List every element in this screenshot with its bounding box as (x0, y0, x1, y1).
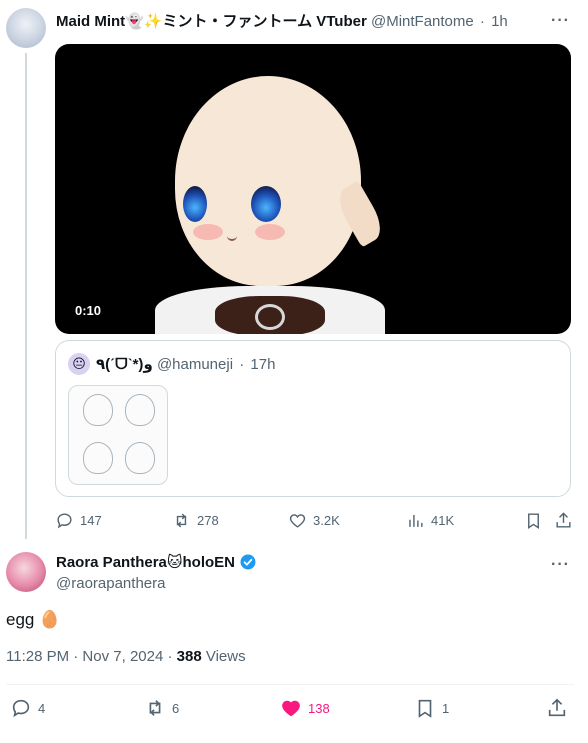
divider (6, 684, 574, 685)
reply-icon (12, 699, 30, 718)
quote-author-handle[interactable]: @hamuneji (157, 356, 233, 373)
tweet-header: Maid Mint👻✨ミント・ファントーム VTuber @MintFantom… (56, 10, 508, 31)
character-bow-knot (255, 304, 285, 330)
reply-count: 4 (38, 700, 46, 716)
character-blush-left (193, 224, 223, 240)
tweet-text: egg 🥚 (6, 610, 61, 629)
avatar[interactable] (6, 8, 46, 48)
like-count: 3.2K (313, 513, 340, 528)
bookmark-button[interactable] (524, 511, 543, 530)
tweet-meta: 11:28 PM · Nov 7, 2024 · 388 Views (6, 648, 246, 665)
sketch-head (83, 394, 113, 426)
tweet-time[interactable]: 1h (491, 13, 508, 30)
character-blush-right (255, 224, 285, 240)
like-count: 138 (308, 700, 330, 716)
video-duration: 0:10 (75, 303, 102, 318)
reply-icon (57, 513, 72, 529)
character-eye-right (251, 186, 281, 222)
quote-author-name[interactable]: ٩(ˊᗜˋ*)و (96, 356, 153, 373)
sketch-head (125, 394, 155, 426)
quoted-tweet[interactable]: 😐 ٩(ˊᗜˋ*)و @hamuneji · 17h (55, 340, 571, 497)
repost-count: 6 (172, 700, 180, 716)
separator-dot: · (239, 356, 245, 373)
author-name[interactable]: Maid Mint👻✨ミント・ファントーム VTuber (56, 13, 371, 30)
character-head (175, 76, 361, 286)
views-count: 388 (176, 648, 202, 665)
reply-count: 147 (80, 513, 102, 528)
tweet-timestamp[interactable]: 11:28 PM · Nov 7, 2024 · (6, 648, 177, 665)
heart-icon (289, 514, 306, 528)
repost-button[interactable]: 278 (172, 511, 219, 530)
more-options-icon[interactable]: ··· (551, 12, 570, 30)
share-button[interactable] (554, 511, 573, 530)
heart-filled-icon (282, 700, 300, 717)
bookmark-button[interactable]: 1 (414, 697, 449, 719)
share-button[interactable] (546, 697, 568, 719)
like-button[interactable]: 138 (280, 697, 330, 719)
bookmark-icon (528, 513, 539, 529)
verified-badge-icon (240, 554, 256, 570)
views-button[interactable]: 41K (406, 511, 454, 530)
like-button[interactable]: 3.2K (288, 511, 340, 530)
reply-button[interactable]: 4 (10, 697, 45, 719)
views-label: Views (201, 648, 246, 665)
repost-icon (176, 513, 187, 528)
reply-button[interactable]: 147 (55, 511, 102, 530)
repost-button[interactable]: 6 (144, 697, 179, 719)
bookmark-count: 1 (442, 700, 450, 716)
more-options-icon[interactable]: ··· (551, 556, 570, 574)
views-count: 41K (431, 513, 455, 528)
separator-dot: · (479, 13, 485, 30)
author-name[interactable]: Raora Panthera🐱holoEN (56, 553, 257, 571)
repost-count: 278 (197, 513, 219, 528)
quote-image[interactable] (68, 385, 168, 485)
share-icon (556, 512, 571, 528)
character-eye-left (183, 186, 207, 222)
sketch-head (83, 442, 113, 474)
sketch-head (125, 442, 155, 474)
avatar[interactable] (6, 552, 46, 592)
share-icon (548, 698, 566, 717)
author-handle[interactable]: @raorapanthera (56, 575, 165, 592)
video-player[interactable]: 0:10 (55, 44, 571, 334)
quote-header: ٩(ˊᗜˋ*)و @hamuneji · 17h (96, 355, 275, 373)
bookmark-icon (418, 699, 432, 718)
analytics-icon (409, 514, 423, 527)
author-handle[interactable]: @MintFantome (371, 13, 474, 30)
quote-time[interactable]: 17h (250, 356, 275, 373)
quote-avatar[interactable]: 😐 (68, 353, 90, 375)
thread-connector-line (25, 53, 27, 539)
repost-icon (149, 700, 161, 716)
